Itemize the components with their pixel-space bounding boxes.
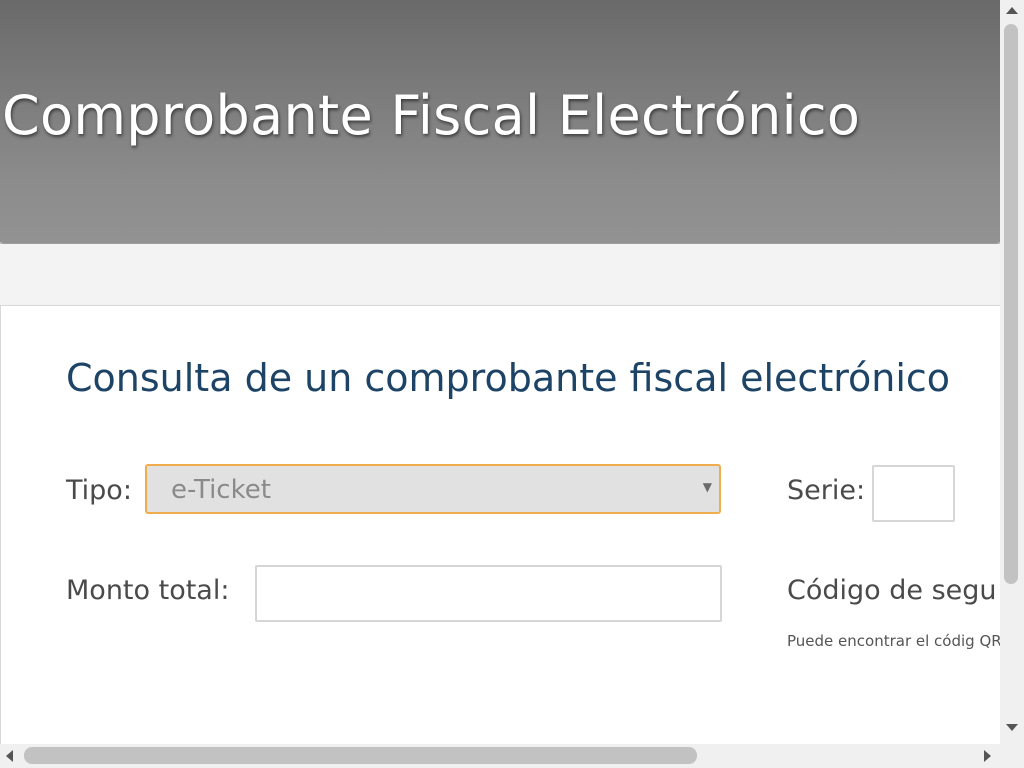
header-band — [0, 244, 1000, 304]
horizontal-scroll-thumb[interactable] — [24, 747, 697, 764]
page-viewport: Comprobante Fiscal Electrónico Consulta … — [0, 0, 1000, 744]
tipo-select[interactable]: e-Ticket ▼ — [145, 464, 721, 514]
vertical-scroll-thumb[interactable] — [1004, 24, 1018, 584]
serie-label: Serie: — [787, 475, 866, 506]
scroll-left-icon[interactable] — [6, 750, 13, 762]
vertical-scrollbar[interactable] — [1000, 0, 1024, 744]
scroll-up-icon[interactable] — [1006, 7, 1018, 14]
scrollbar-corner — [1000, 744, 1024, 768]
header-title: Comprobante Fiscal Electrónico — [2, 84, 861, 147]
form-title: Consulta de un comprobante fiscal electr… — [66, 356, 951, 400]
scroll-right-icon[interactable] — [984, 750, 991, 762]
page-header: Comprobante Fiscal Electrónico — [0, 0, 1000, 242]
codigo-seguridad-label: Código de segu — [787, 575, 997, 606]
horizontal-scrollbar[interactable] — [0, 744, 1000, 768]
chevron-down-icon: ▼ — [702, 480, 712, 494]
scroll-down-icon[interactable] — [1006, 724, 1018, 731]
tipo-select-value: e-Ticket — [171, 475, 271, 505]
tipo-label: Tipo: — [66, 475, 132, 506]
monto-label: Monto total: — [66, 575, 230, 606]
codigo-hint-text: Puede encontrar el códig QR. — [787, 632, 1000, 650]
serie-input[interactable] — [872, 465, 955, 522]
monto-input[interactable] — [255, 565, 722, 622]
